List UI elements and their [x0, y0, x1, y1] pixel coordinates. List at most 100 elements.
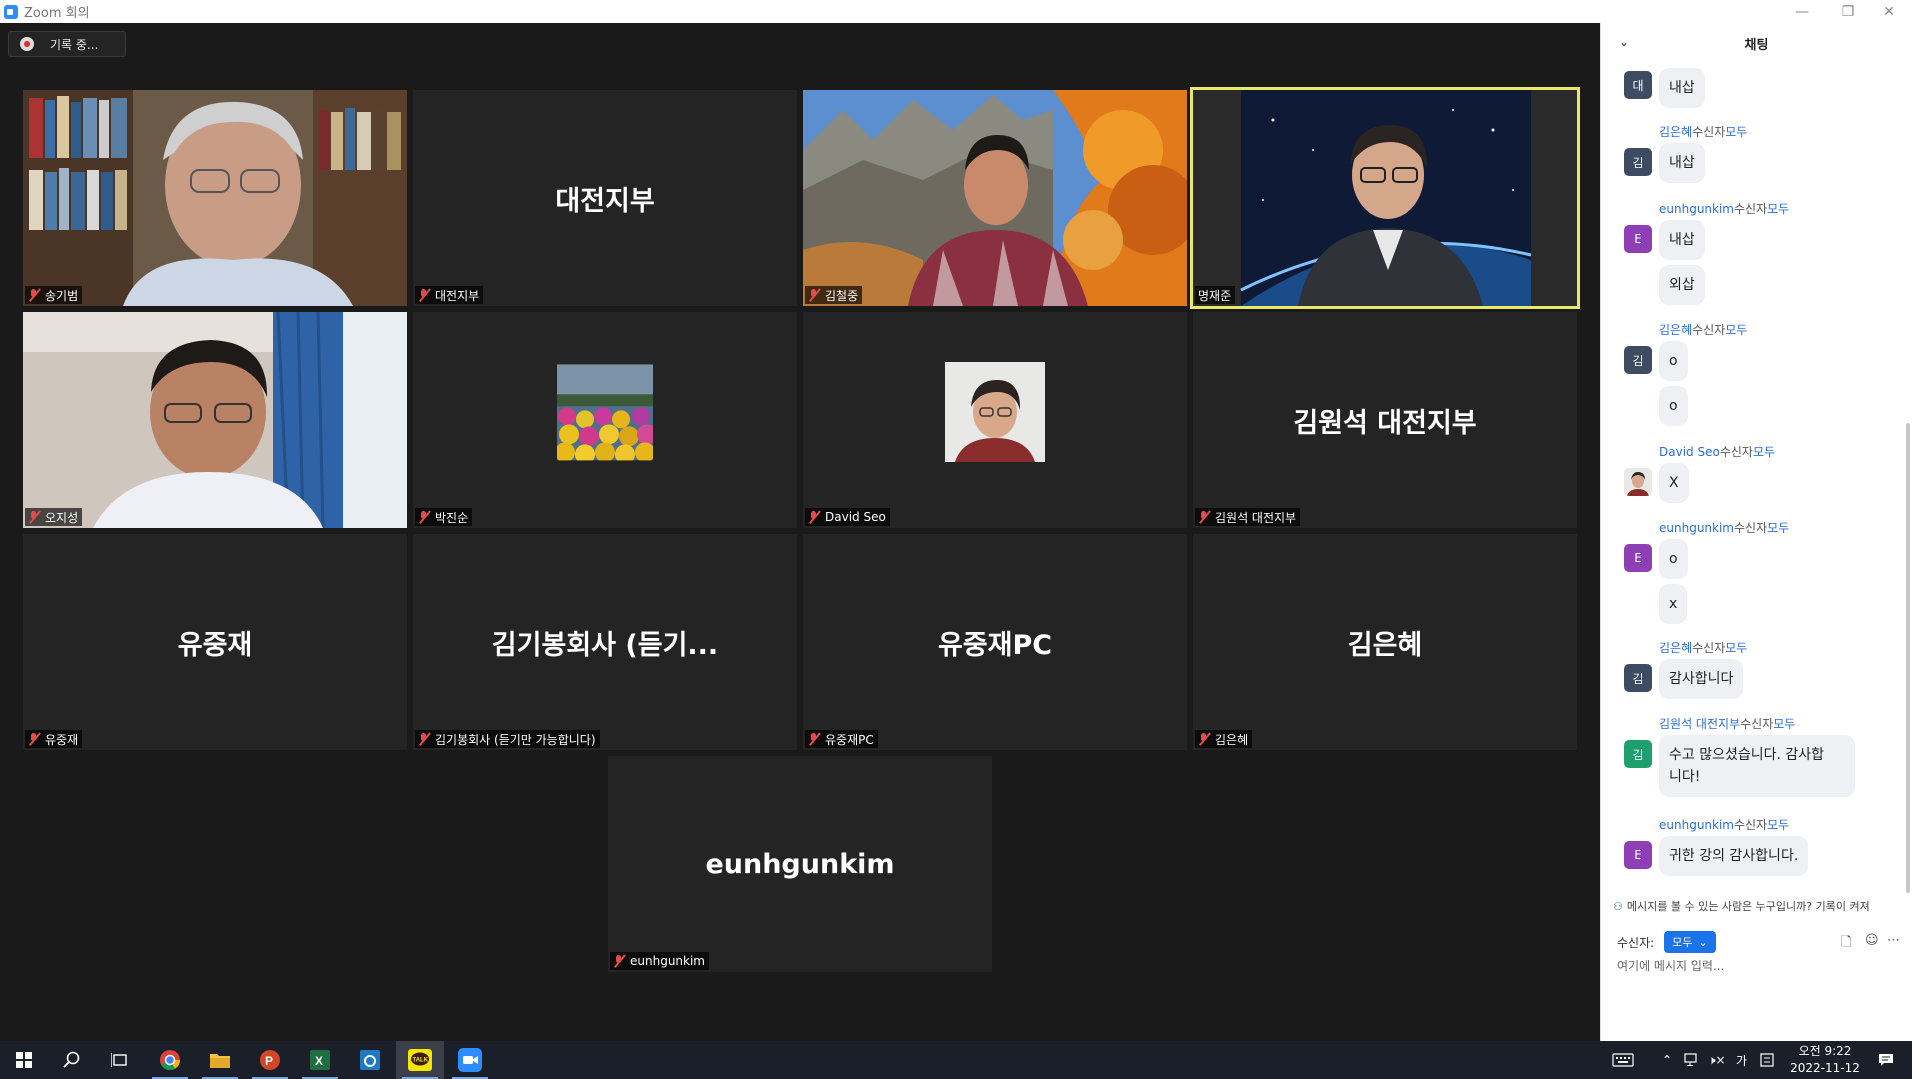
- hangul-word-icon[interactable]: [346, 1041, 394, 1079]
- participant-name: 김은혜: [1215, 732, 1249, 747]
- recording-indicator[interactable]: 기록 중...: [8, 31, 126, 57]
- participant-tile[interactable]: 대전지부 대전지부: [413, 90, 797, 306]
- participant-name-tag: eunhgunkim: [610, 952, 709, 970]
- participant-display-name: eunhgunkim: [705, 848, 895, 880]
- participant-name-tag: 김철중: [805, 286, 863, 304]
- more-icon[interactable]: ⋯: [1887, 933, 1900, 948]
- participant-tile[interactable]: 유중재PC 유중재PC: [803, 534, 1187, 750]
- participant-tile-active-speaker[interactable]: 명재준: [1190, 87, 1580, 309]
- zoom-taskbar-icon[interactable]: [446, 1041, 494, 1079]
- participant-name-tag: David Seo: [805, 508, 890, 526]
- participant-tile[interactable]: 김철중: [803, 90, 1187, 306]
- participant-name-tag: 박진순: [415, 508, 473, 526]
- recipient-dropdown[interactable]: 모두 ⌄: [1664, 931, 1716, 953]
- participant-name-tag: 오지성: [25, 508, 83, 526]
- ime-indicator[interactable]: 가: [1736, 1041, 1747, 1079]
- excel-icon[interactable]: X: [296, 1041, 344, 1079]
- svg-text:TALK: TALK: [413, 1058, 429, 1064]
- minimize-button[interactable]: —: [1779, 0, 1825, 23]
- chat-message-bubble: o: [1659, 539, 1688, 579]
- participant-name-tag: 유중재PC: [805, 730, 878, 748]
- participant-tile[interactable]: 유중재 유중재: [23, 534, 407, 750]
- mic-muted-icon: [28, 732, 40, 746]
- chat-message-bubble: 귀한 강의 감사합니다.: [1659, 836, 1809, 876]
- mic-muted-icon: [1198, 732, 1210, 746]
- participant-tile[interactable]: 송기범: [23, 90, 407, 306]
- chat-message-bubble: 내삽: [1659, 143, 1705, 183]
- participant-tile[interactable]: 김기봉회사 (듣기... 김기봉회사 (듣기만 가능합니다): [413, 534, 797, 750]
- chevron-down-icon[interactable]: ⌄: [1619, 35, 1629, 49]
- chevron-up-icon[interactable]: ⌃: [1662, 1041, 1672, 1079]
- mic-muted-icon: [808, 510, 820, 524]
- mic-muted-icon: [808, 288, 820, 302]
- participant-video: [803, 90, 1187, 306]
- message-sender-line: 김은혜수신자모두: [1659, 641, 1748, 655]
- restore-button[interactable]: ❐: [1825, 0, 1871, 23]
- file-explorer-icon[interactable]: [196, 1041, 244, 1079]
- notification-icon[interactable]: [1878, 1041, 1894, 1079]
- sender-avatar: E: [1624, 225, 1652, 253]
- participant-tile[interactable]: 박진순: [413, 312, 797, 528]
- close-button[interactable]: ✕: [1866, 0, 1912, 23]
- record-icon: [20, 37, 34, 51]
- task-view-icon[interactable]: [96, 1041, 144, 1079]
- participant-tile[interactable]: eunhgunkim eunhgunkim: [608, 756, 992, 972]
- message-sender-line: David Seo수신자모두: [1659, 445, 1776, 459]
- message-sender-line: 김은혜수신자모두: [1659, 125, 1748, 139]
- emoji-icon[interactable]: ☺: [1865, 933, 1879, 948]
- mic-muted-icon: [613, 954, 625, 968]
- windows-start-icon[interactable]: [0, 1041, 48, 1079]
- participant-name-tag: 김기봉회사 (듣기만 가능합니다): [415, 730, 600, 748]
- participant-name: 김기봉회사 (듣기만 가능합니다): [435, 732, 596, 747]
- search-icon[interactable]: [48, 1041, 96, 1079]
- participant-name: 김철중: [825, 288, 859, 303]
- participant-display-name: 대전지부: [555, 185, 655, 217]
- person-info-icon: ⚇: [1613, 899, 1623, 913]
- powerpoint-icon[interactable]: P: [246, 1041, 294, 1079]
- clock-time: 오전 9:22: [1798, 1044, 1852, 1058]
- participant-name: David Seo: [825, 510, 886, 524]
- chat-scrollbar[interactable]: [1906, 423, 1910, 893]
- participant-name-tag: 송기범: [25, 286, 83, 304]
- recipient-label: 수신자:: [1617, 935, 1655, 950]
- sender-avatar: 김: [1624, 148, 1652, 176]
- sender-avatar: 김: [1624, 664, 1652, 692]
- chat-message-bubble: x: [1659, 584, 1688, 624]
- window-title: Zoom 회의: [24, 6, 90, 21]
- file-icon[interactable]: 🗋: [1841, 933, 1851, 955]
- participant-tile[interactable]: David Seo: [803, 312, 1187, 528]
- hanja-icon[interactable]: [1760, 1041, 1774, 1079]
- participant-name: 유중재: [45, 732, 79, 747]
- chat-message-bubble: 수고 많으셨습니다. 감사합 니다!: [1659, 735, 1855, 797]
- svg-text:X: X: [315, 1054, 323, 1068]
- profile-picture: [945, 362, 1045, 462]
- participant-tile[interactable]: 오지성: [23, 312, 407, 528]
- chat-visibility-notice[interactable]: ⚇ 메시지를 볼 수 있는 사람은 누구입니까? 기록이 켜져: [1601, 894, 1912, 918]
- participant-name: 박진순: [435, 510, 469, 525]
- participant-video: [1193, 90, 1577, 306]
- sender-avatar: 대: [1624, 71, 1652, 99]
- sender-avatar-photo: [1624, 468, 1652, 496]
- mic-muted-icon: [418, 732, 430, 746]
- chevron-down-icon: ⌄: [1698, 935, 1708, 949]
- participant-display-name: 김은혜: [1347, 629, 1423, 661]
- chrome-icon[interactable]: [146, 1041, 194, 1079]
- participant-tile[interactable]: 김은혜 김은혜: [1193, 534, 1577, 750]
- mic-muted-icon: [28, 510, 40, 524]
- keyboard-icon[interactable]: [1612, 1041, 1634, 1079]
- notice-text: 메시지를 볼 수 있는 사람은 누구입니까? 기록이 켜져: [1626, 900, 1870, 913]
- clock[interactable]: 오전 9:22 2022-11-12: [1788, 1041, 1862, 1079]
- chat-message-input[interactable]: 여기에 메시지 입력...: [1617, 957, 1724, 974]
- kakaotalk-icon[interactable]: TALK: [396, 1041, 444, 1079]
- volume-muted-icon[interactable]: 🕨×: [1708, 1041, 1726, 1079]
- message-sender-line: 김은혜수신자모두: [1659, 323, 1748, 337]
- participant-tile[interactable]: 김원석 대전지부 김원석 대전지부: [1193, 312, 1577, 528]
- windows-taskbar: P X TALK ⌃ 🕨× 가 오전 9:22 2022-11-12: [0, 1041, 1912, 1079]
- network-icon[interactable]: [1684, 1041, 1700, 1079]
- participant-name: 오지성: [45, 510, 79, 525]
- participant-name: 송기범: [45, 288, 79, 303]
- participant-video: [23, 90, 407, 306]
- sender-avatar: E: [1624, 544, 1652, 572]
- recording-label: 기록 중...: [50, 37, 99, 52]
- chat-message-list[interactable]: 대 내삽 김은혜수신자모두 김 내삽 eunhgunkim수신자모두 E 내삽 …: [1601, 63, 1912, 903]
